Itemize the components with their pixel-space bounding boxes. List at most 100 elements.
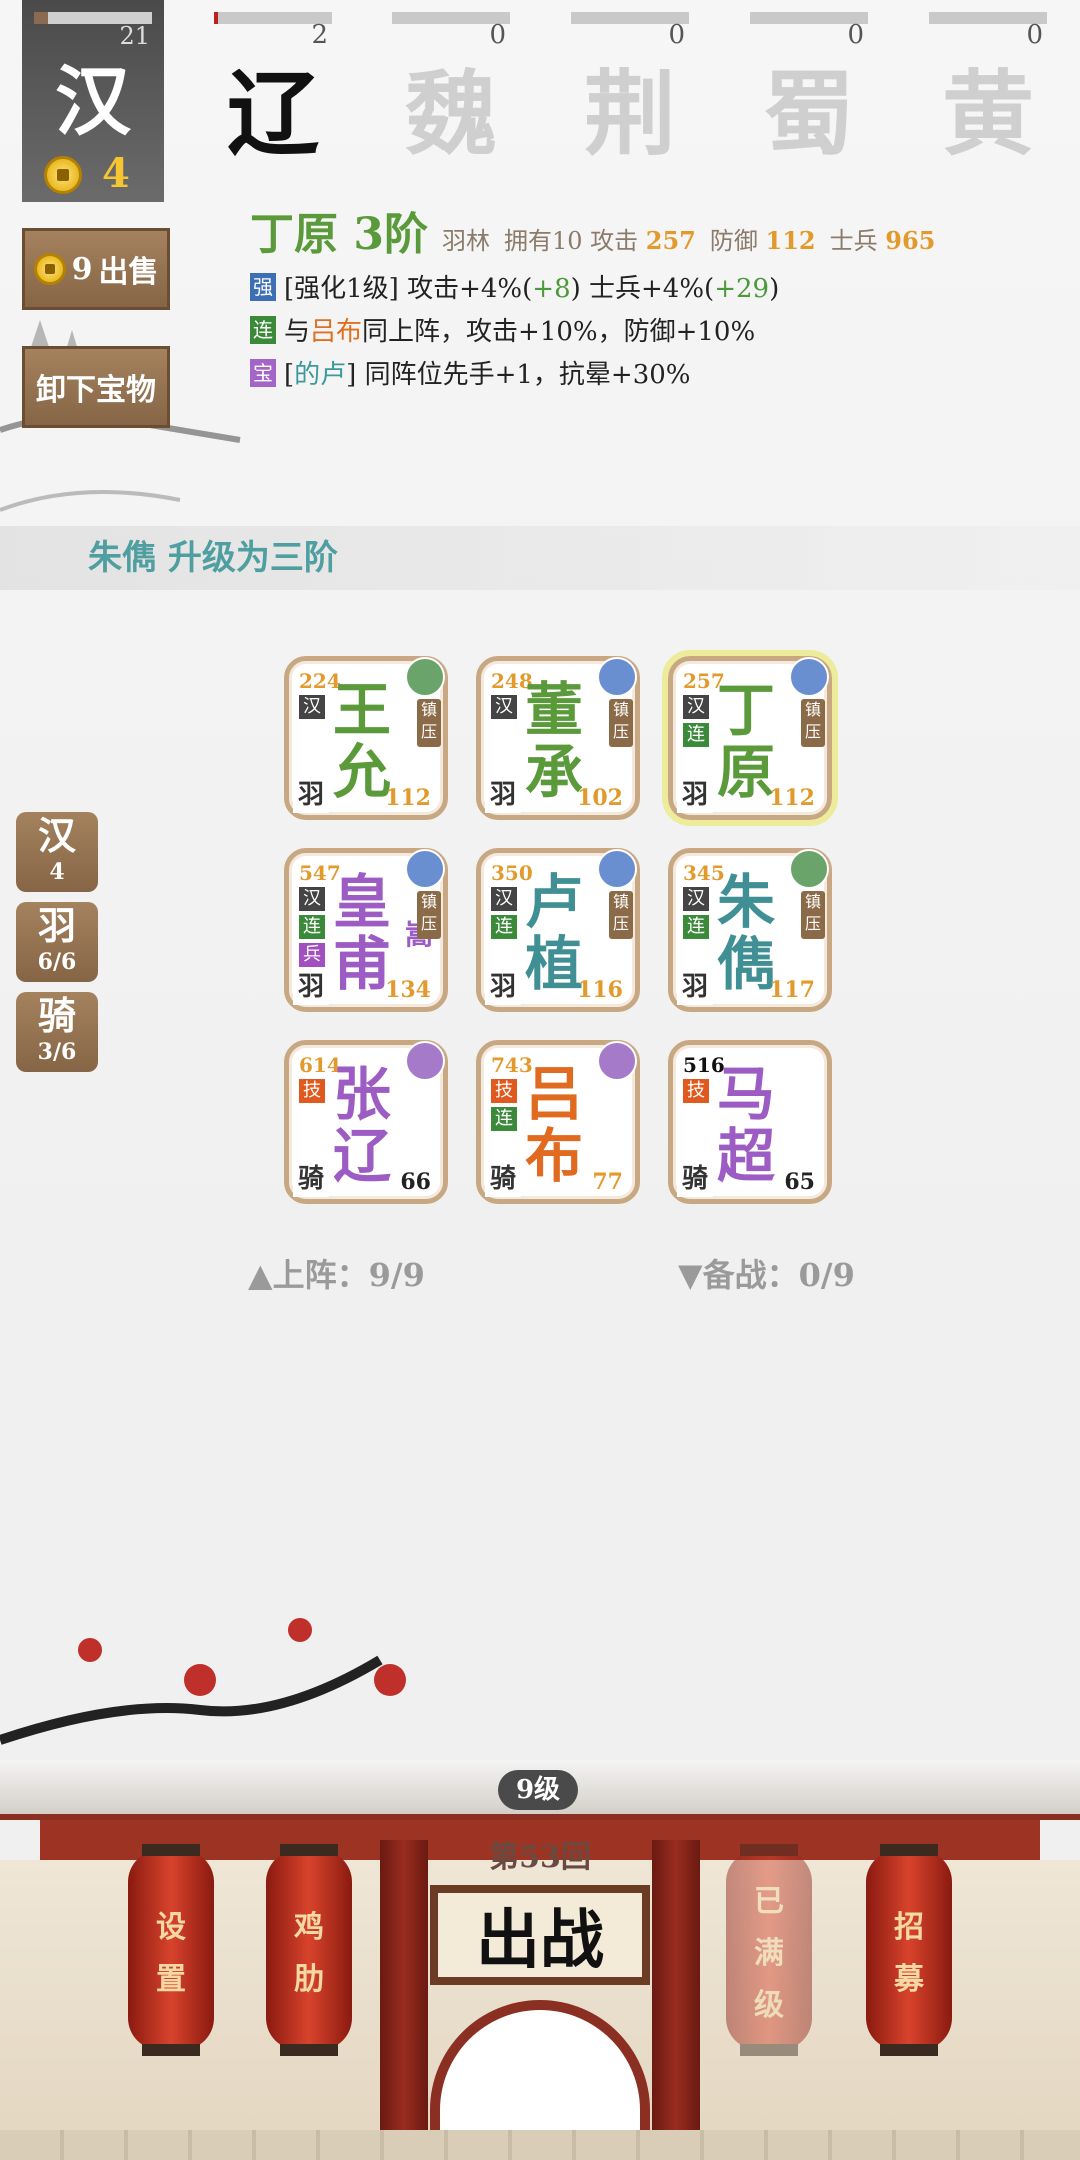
hero-card[interactable]: 614 技张辽骑 66 [284, 1040, 448, 1204]
faction-name: 辽 [226, 60, 319, 168]
faction-tab-wei[interactable]: 0 魏 [392, 0, 510, 168]
card-class: 羽 [293, 777, 329, 813]
suppress-badge: 镇压 [609, 891, 633, 939]
card-defense: 116 [577, 977, 623, 1003]
faction-tab-liao[interactable]: 2 辽 [214, 0, 332, 168]
lantern-char: 招 [894, 1910, 924, 1945]
battle-button[interactable]: 出战 [430, 1885, 650, 1985]
suppress-badge: 镇压 [801, 699, 825, 747]
card-tags: 技 [299, 1079, 325, 1103]
side-tag-qi[interactable]: 骑 3/6 [16, 992, 98, 1072]
hero-info-panel: 丁原 3阶 羽林 拥有10 攻击 257 防御 112 士兵 965 强 [强化… [250, 198, 1050, 391]
faction-han-name: 汉 [55, 57, 131, 146]
card-tag: 汉 [683, 695, 709, 719]
unequip-label: 卸下宝物 [36, 373, 156, 408]
card-defense: 134 [385, 977, 431, 1003]
side-tag-han[interactable]: 汉4 [16, 812, 98, 892]
hero-owned: 拥有10 攻击 257 [503, 226, 696, 255]
card-class: 羽 [485, 969, 521, 1005]
card-tags: 汉 [299, 695, 325, 719]
card-tag: 汉 [299, 695, 325, 719]
link-tag: 连 [250, 315, 276, 344]
lantern-char: 募 [894, 1962, 924, 1997]
faction-name: 荆 [583, 60, 676, 168]
unit-type-icon [789, 849, 829, 889]
hero-card[interactable]: 350 汉连卢植镇压羽 116 [476, 848, 640, 1012]
sell-button[interactable]: 9 出售 [22, 228, 170, 310]
chicken-rib-lantern-button[interactable]: 鸡肋 [266, 1844, 352, 2056]
hero-card[interactable]: 743 技连吕布骑 77 [476, 1040, 640, 1204]
deployed-count: ▲上阵：9/9 [248, 1256, 425, 1294]
faction-name: 黄 [941, 60, 1034, 168]
card-tag: 连 [683, 723, 709, 747]
card-defense: 112 [385, 785, 431, 811]
card-tags: 汉连 [683, 887, 709, 939]
sell-price: 9 [71, 251, 93, 287]
suppress-badge: 镇压 [801, 891, 825, 939]
card-defense: 117 [769, 977, 815, 1003]
card-defense: 112 [769, 785, 815, 811]
card-tags: 汉 [491, 695, 517, 719]
card-defense: 102 [577, 785, 623, 811]
faction-tab-huang[interactable]: 0 黄 [929, 0, 1047, 168]
card-tag: 连 [491, 915, 517, 939]
card-tag: 技 [683, 1079, 709, 1103]
card-tag: 连 [491, 1107, 517, 1131]
card-tag: 汉 [683, 887, 709, 911]
recruit-lantern-button[interactable]: 招募 [866, 1844, 952, 2056]
card-class: 骑 [485, 1161, 521, 1197]
unit-type-icon [597, 849, 637, 889]
upgrade-hint: 朱儁 升级为三阶 [0, 526, 1080, 590]
suppress-badge: 镇压 [417, 891, 441, 939]
treasure-tag: 宝 [250, 358, 276, 387]
hero-card[interactable]: 224 汉王允镇压羽 112 [284, 656, 448, 820]
lantern-char: 鸡 [294, 1910, 324, 1945]
card-tag: 连 [299, 915, 325, 939]
hero-card[interactable]: 248 汉董承镇压羽 102 [476, 656, 640, 820]
card-class: 骑 [293, 1161, 329, 1197]
card-tag: 汉 [491, 887, 517, 911]
hero-line-enhance: 强 [强化1级] 攻击+4%(+8) 士兵+4%(+29) [250, 268, 1050, 305]
card-tags: 技连 [491, 1079, 517, 1131]
level-badge: 9级 [498, 1770, 578, 1810]
hero-card[interactable]: 345 汉连朱儁镇压羽 117 [668, 848, 832, 1012]
faction-name: 蜀 [762, 60, 855, 168]
card-tag: 技 [299, 1079, 325, 1103]
card-tag: 汉 [299, 887, 325, 911]
card-tags: 汉连兵 [299, 887, 325, 967]
lantern-char: 肋 [294, 1962, 324, 1997]
lantern-char: 已 [754, 1884, 784, 1919]
hero-line-link: 连 与吕布同上阵，攻击+10%，防御+10% [250, 311, 1050, 348]
card-class: 羽 [293, 969, 329, 1005]
gate-area: 9级 第53回 出战 设置 鸡肋 已满级 招募 [0, 1600, 1080, 2160]
max-level-lantern-button[interactable]: 已满级 [726, 1844, 812, 2056]
faction-tab-jing[interactable]: 0 荆 [571, 0, 689, 168]
unequip-treasure-button[interactable]: 卸下宝物 [22, 346, 170, 428]
unit-type-icon [405, 657, 445, 697]
side-tag-yu[interactable]: 羽 6/6 [16, 902, 98, 982]
faction-tab-shu[interactable]: 0 蜀 [750, 0, 868, 168]
gate-fence [0, 2130, 1080, 2160]
suppress-badge: 镇压 [609, 699, 633, 747]
card-tag: 连 [683, 915, 709, 939]
suppress-badge: 镇压 [417, 699, 441, 747]
gate-pillar [652, 1840, 700, 2160]
card-tag: 汉 [491, 695, 517, 719]
settings-lantern-button[interactable]: 设置 [128, 1844, 214, 2056]
card-tags: 技 [683, 1079, 709, 1103]
coin-icon [44, 156, 82, 194]
round-label: 第53回 [489, 1840, 591, 1875]
hero-card[interactable]: 547汉连兵皇甫嵩镇压羽134 [284, 848, 448, 1012]
hero-card[interactable]: 257 汉连丁原镇压羽 112 [662, 650, 838, 826]
hero-name: 丁原 3阶 [250, 209, 428, 260]
card-class: 羽 [485, 777, 521, 813]
card-defense: 66 [400, 1169, 431, 1195]
faction-name: 魏 [404, 60, 497, 168]
faction-han-panel[interactable]: 21 汉 4 [22, 0, 164, 202]
card-tags: 汉连 [683, 695, 709, 747]
lantern-char: 置 [156, 1962, 186, 1997]
hero-card[interactable]: 516 技马超骑 65 [668, 1040, 832, 1204]
hero-line-treasure: 宝 [的卢] 同阵位先手+1，抗晕+30% [250, 354, 1050, 391]
hero-troop: 羽林 [441, 227, 490, 255]
gate-pillar [380, 1840, 428, 2160]
